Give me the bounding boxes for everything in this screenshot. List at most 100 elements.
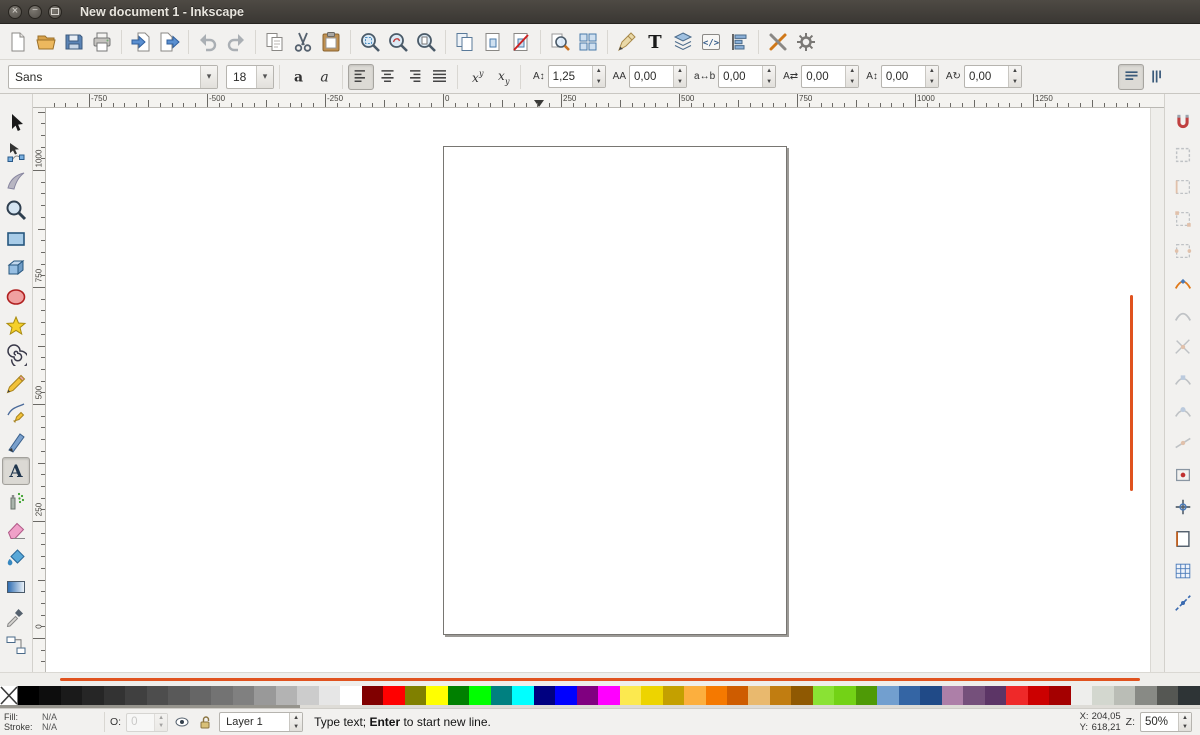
duplicate-button[interactable] [451, 28, 479, 56]
calligraphy-tool-button[interactable] [2, 428, 30, 456]
connector-tool-button[interactable] [2, 631, 30, 659]
palette-swatch[interactable] [1006, 686, 1027, 705]
palette-swatch[interactable] [426, 686, 447, 705]
font-size-select[interactable]: 18 [226, 65, 274, 89]
snap-bounding-box-button[interactable] [1170, 142, 1196, 168]
layer-select-arrows[interactable] [289, 713, 302, 731]
horizontal-ruler[interactable]: -750-500-250025050075010001250 [33, 94, 1164, 108]
palette-swatch[interactable] [663, 686, 684, 705]
snap-enable-button[interactable] [1170, 110, 1196, 136]
chevron-down-icon[interactable] [256, 66, 273, 88]
snap-page-border-button[interactable] [1170, 526, 1196, 552]
snap-object-centers-button[interactable] [1170, 462, 1196, 488]
palette-swatch[interactable] [963, 686, 984, 705]
italic-button[interactable]: a [311, 64, 337, 90]
vertical-ruler[interactable]: 10007505002500 [33, 108, 46, 672]
layers-dialog-button[interactable] [669, 28, 697, 56]
palette-swatch[interactable] [1157, 686, 1178, 705]
vertical-kerning-spinner[interactable]: 0,00 [881, 65, 939, 88]
spinner-arrows[interactable] [154, 714, 167, 731]
palette-swatch[interactable] [104, 686, 125, 705]
snap-rotation-center-button[interactable] [1170, 494, 1196, 520]
vertical-scrollbar-thumb[interactable] [1130, 295, 1133, 491]
palette-swatch[interactable] [168, 686, 189, 705]
zoom-spinner[interactable]: 50% [1140, 712, 1192, 732]
palette-swatch[interactable] [1178, 686, 1199, 705]
palette-swatch[interactable] [791, 686, 812, 705]
node-tool-button[interactable] [2, 138, 30, 166]
zoom-page-button[interactable] [412, 28, 440, 56]
undo-button[interactable] [194, 28, 222, 56]
star-tool-button[interactable] [2, 312, 30, 340]
spinner-arrows[interactable] [1178, 713, 1191, 731]
snap-path-intersections-button[interactable] [1170, 334, 1196, 360]
zoom-tool-button[interactable] [2, 196, 30, 224]
palette-swatch[interactable] [276, 686, 297, 705]
palette-swatch[interactable] [319, 686, 340, 705]
snap-grid-button[interactable] [1170, 558, 1196, 584]
export-button[interactable] [155, 28, 183, 56]
palette-swatch[interactable] [491, 686, 512, 705]
palette-swatch[interactable] [190, 686, 211, 705]
snap-bbox-edges-button[interactable] [1170, 174, 1196, 200]
palette-swatch[interactable] [1092, 686, 1113, 705]
selector-tool-button[interactable] [2, 109, 30, 137]
text-vertical-button[interactable] [1144, 64, 1170, 90]
horizontal-scrollbar-track[interactable] [0, 672, 1200, 686]
document-open-button[interactable] [32, 28, 60, 56]
pen-tool-button[interactable] [2, 399, 30, 427]
palette-swatch[interactable] [61, 686, 82, 705]
snap-paths-button[interactable] [1170, 302, 1196, 328]
palette-swatch[interactable] [577, 686, 598, 705]
document-save-button[interactable] [60, 28, 88, 56]
palette-swatch[interactable] [1071, 686, 1092, 705]
palette-swatch[interactable] [254, 686, 275, 705]
no-color-swatch[interactable] [0, 686, 18, 705]
superscript-button[interactable]: xy [463, 64, 489, 90]
document-print-button[interactable] [88, 28, 116, 56]
palette-swatch[interactable] [18, 686, 39, 705]
layer-select[interactable]: Layer 1 [219, 712, 303, 732]
palette-swatch[interactable] [1028, 686, 1049, 705]
layer-visibility-toggle[interactable] [173, 713, 191, 731]
ellipse-tool-button[interactable] [2, 283, 30, 311]
snap-cusp-nodes-button[interactable] [1170, 366, 1196, 392]
xml-editor-button[interactable]: </> [697, 28, 725, 56]
bold-button[interactable]: a [285, 64, 311, 90]
palette-swatch[interactable] [620, 686, 641, 705]
find-replace-button[interactable] [546, 28, 574, 56]
palette-swatch[interactable] [1049, 686, 1070, 705]
palette-swatch[interactable] [856, 686, 877, 705]
line-spacing-spinner[interactable]: 1,25 [548, 65, 606, 88]
paste-button[interactable] [317, 28, 345, 56]
palette-swatch[interactable] [405, 686, 426, 705]
palette-swatch[interactable] [555, 686, 576, 705]
align-left-button[interactable] [348, 64, 374, 90]
palette-swatch[interactable] [512, 686, 533, 705]
tweak-tool-button[interactable] [2, 167, 30, 195]
snap-bbox-corners-button[interactable] [1170, 206, 1196, 232]
palette-swatch[interactable] [684, 686, 705, 705]
palette-swatch[interactable] [82, 686, 103, 705]
zoom-drawing-button[interactable] [384, 28, 412, 56]
create-clone-button[interactable] [479, 28, 507, 56]
font-family-select[interactable]: Sans [8, 65, 218, 89]
text-horizontal-button[interactable] [1118, 64, 1144, 90]
palette-swatch[interactable] [297, 686, 318, 705]
close-button[interactable] [8, 5, 22, 19]
justify-button[interactable] [426, 64, 452, 90]
text-tool-button[interactable]: A [2, 457, 30, 485]
spinner-arrows[interactable] [673, 66, 686, 87]
fill-stroke-dialog-button[interactable] [613, 28, 641, 56]
tiled-clones-button[interactable] [574, 28, 602, 56]
align-right-button[interactable] [400, 64, 426, 90]
align-center-button[interactable] [374, 64, 400, 90]
palette-swatch[interactable] [233, 686, 254, 705]
vertical-scrollbar-track[interactable] [1150, 108, 1164, 672]
spiral-tool-button[interactable] [2, 341, 30, 369]
palette-swatch[interactable] [534, 686, 555, 705]
document-new-button[interactable] [4, 28, 32, 56]
character-rotation-spinner[interactable]: 0,00 [964, 65, 1022, 88]
rectangle-tool-button[interactable] [2, 225, 30, 253]
palette-swatch[interactable] [920, 686, 941, 705]
